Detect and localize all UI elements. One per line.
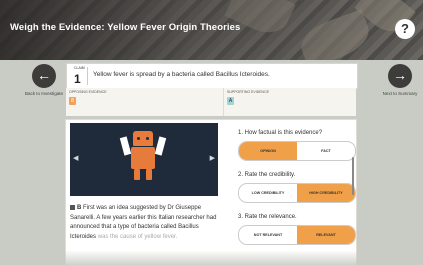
media-next-icon[interactable]: ▶	[210, 154, 215, 162]
evidence-row: OPPOSING EVIDENCE 8 SUPPORTING EVIDENCE …	[66, 88, 356, 116]
robot-leg-left	[134, 169, 140, 180]
passage-marker	[70, 205, 75, 210]
passage-text-cut: was the cause of yellow fever.	[97, 233, 178, 240]
robot-arm-right	[154, 136, 167, 156]
high-credibility-option[interactable]: HIGH CREDIBILITY	[297, 184, 355, 202]
arrow-right-icon: →	[393, 67, 407, 83]
evidence-passage: B First was an idea suggested by Dr Gius…	[70, 204, 218, 242]
relevance-toggle[interactable]: NOT RELEVANT RELEVANT	[238, 225, 356, 245]
arrow-left-icon: ←	[37, 67, 51, 83]
supporting-evidence-label: SUPPORTING EVIDENCE	[227, 90, 269, 94]
question-credibility: 2. Rate the credibility.	[238, 172, 296, 178]
supporting-evidence-tag[interactable]: A	[227, 97, 234, 105]
header-banner: Weigh the Evidence: Yellow Fever Origin …	[0, 0, 423, 60]
question-relevance: 3. Rate the relevance.	[238, 214, 297, 220]
relevant-option[interactable]: RELEVANT	[297, 226, 355, 244]
next-button[interactable]: →	[388, 64, 412, 88]
evidence-illustration: ◀ ▶	[70, 123, 218, 196]
question-factual: 1. How factual is this evidence?	[238, 130, 323, 136]
claim-text: Yellow fever is spread by a bacteria cal…	[93, 71, 270, 78]
help-button[interactable]: ?	[395, 19, 415, 39]
opposing-evidence-label: OPPOSING EVIDENCE	[69, 90, 107, 94]
claim-card: CLAIM 1 Yellow fever is spread by a bact…	[66, 63, 358, 89]
robot-arm-left	[119, 136, 132, 156]
credibility-toggle[interactable]: LOW CREDIBILITY HIGH CREDIBILITY	[238, 183, 356, 203]
passage-marker-letter: B	[77, 205, 82, 211]
claim-number: 1	[74, 72, 81, 86]
fact-option[interactable]: FACT	[297, 142, 355, 160]
robot-head-icon	[133, 131, 153, 146]
factual-toggle[interactable]: OPINION FACT	[238, 141, 356, 161]
page-title: Weigh the Evidence: Yellow Fever Origin …	[10, 22, 241, 33]
scrollbar[interactable]	[352, 157, 354, 195]
robot-body-icon	[131, 147, 155, 169]
not-relevant-option[interactable]: NOT RELEVANT	[239, 226, 297, 244]
back-label: Back to Investigate	[24, 91, 64, 96]
back-button[interactable]: ←	[32, 64, 56, 88]
opposing-evidence-tag[interactable]: 8	[69, 97, 76, 105]
media-prev-icon[interactable]: ◀	[73, 154, 78, 162]
next-label: Next to Summary	[382, 91, 418, 96]
low-credibility-option[interactable]: LOW CREDIBILITY	[239, 184, 297, 202]
evidence-card: ◀ ▶ B First was an idea suggested by Dr …	[66, 120, 356, 265]
opinion-option[interactable]: OPINION	[239, 142, 297, 160]
claim-label: CLAIM	[74, 66, 85, 70]
robot-leg-right	[146, 169, 152, 180]
